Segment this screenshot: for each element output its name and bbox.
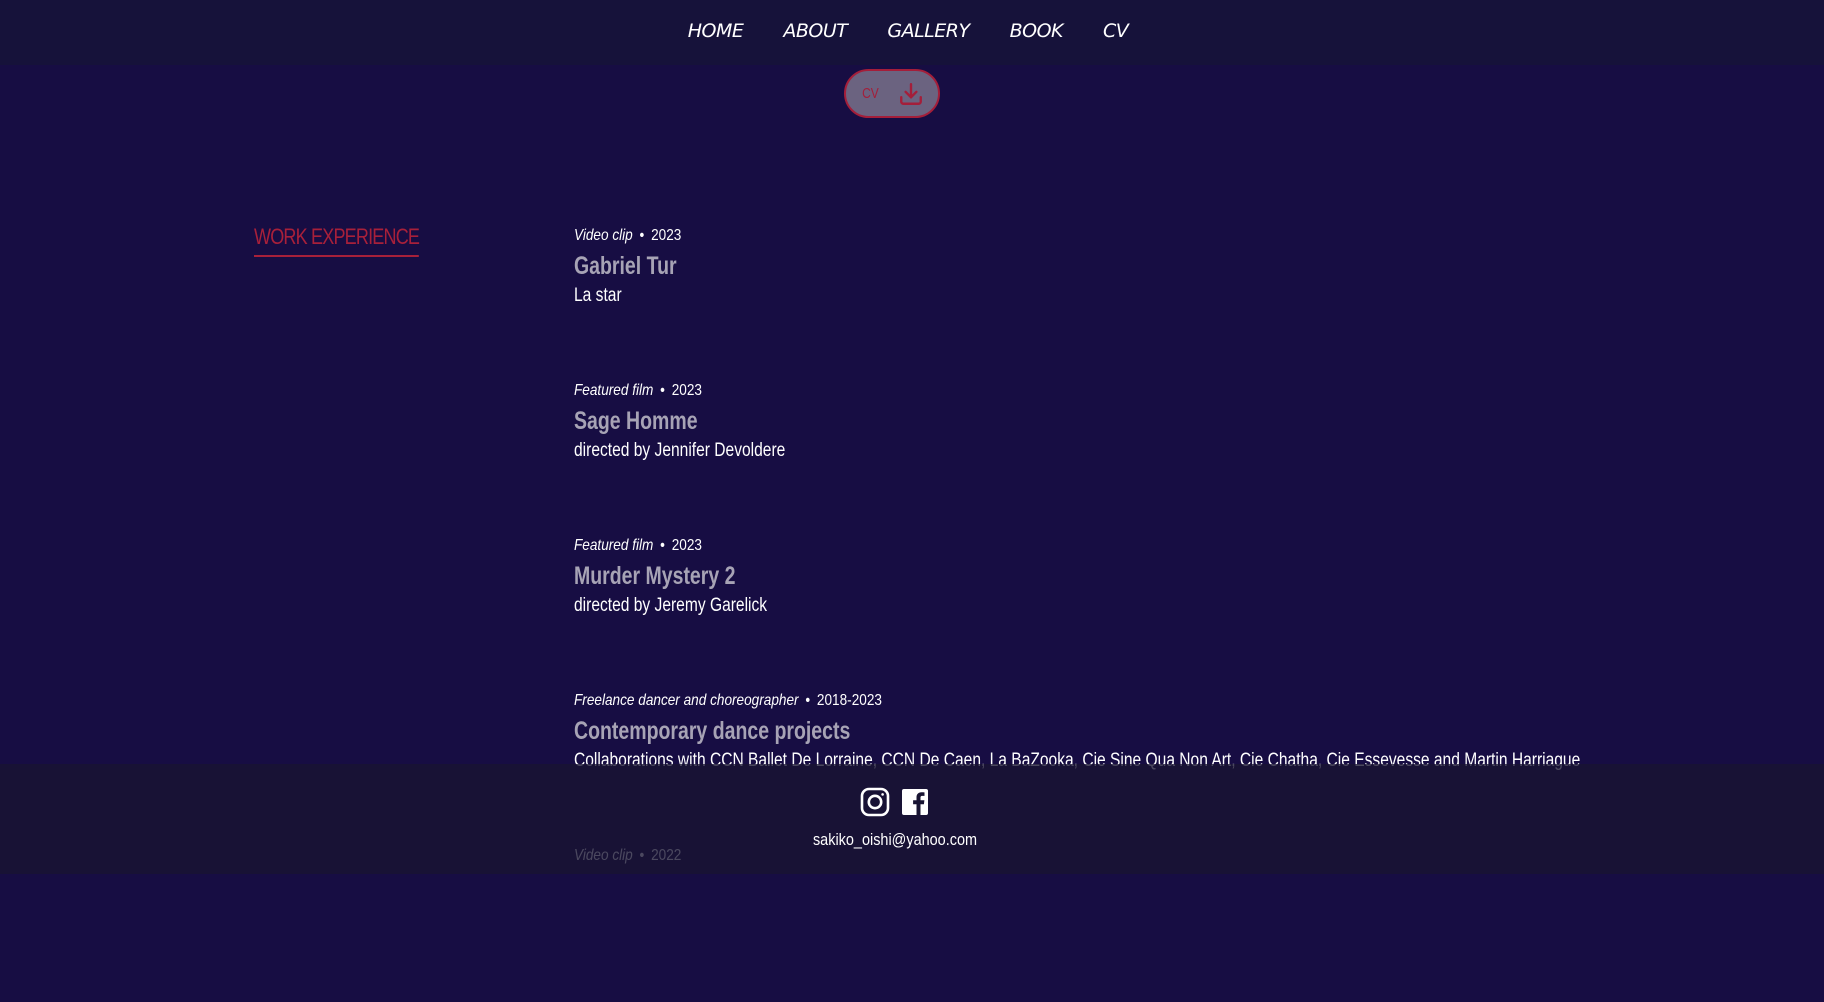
entry-meta: Video clip • 2023 [574, 227, 1594, 245]
social-links [859, 786, 931, 818]
entry-description: directed by Jennifer Devoldere [574, 440, 786, 461]
section-title-work-experience: WORK EXPERIENCE [254, 224, 420, 257]
entry-year: 2018-2023 [816, 692, 882, 709]
contact-email[interactable]: sakiko_oishi@yahoo.com [134, 830, 1656, 850]
nav-about[interactable]: ABOUT [783, 20, 848, 42]
nav-home[interactable]: HOME [688, 20, 744, 42]
work-entry: Video clip • 2023 Gabriel Tur La star [574, 227, 1774, 382]
entry-year: 2023 [651, 227, 682, 244]
top-nav-bar: HOME ABOUT GALLERY BOOK CV [0, 0, 1824, 65]
entry-description: directed by Jeremy Garelick [574, 595, 768, 616]
work-entry: Featured film • 2023 Sage Homme directed b… [574, 382, 1774, 537]
work-experience-list: Video clip • 2023 Gabriel Tur La star Feat… [574, 227, 1774, 1002]
entry-meta: Freelance dancer and choreographer • 2018-… [574, 692, 1594, 710]
cv-download-button[interactable]: CV [844, 69, 940, 118]
cv-download-label: CV [861, 85, 879, 102]
entry-kind: Featured film [574, 382, 654, 399]
meta-separator: • [639, 227, 645, 244]
entry-year: 2023 [671, 537, 702, 554]
instagram-icon[interactable] [859, 786, 891, 818]
work-entry: Featured film • 2023 Murder Mystery 2 dire… [574, 537, 1774, 692]
entry-kind: Featured film [574, 537, 654, 554]
footer: sakiko_oishi@yahoo.com [0, 764, 1824, 874]
meta-separator: • [660, 382, 665, 399]
entry-meta: Featured film • 2023 [574, 537, 1594, 555]
nav-gallery[interactable]: GALLERY [887, 20, 970, 42]
nav-cv[interactable]: CV [1103, 20, 1129, 42]
meta-separator: • [805, 692, 811, 709]
download-icon [900, 82, 923, 105]
entry-kind: Video clip [574, 227, 633, 244]
entry-title: Gabriel Tur [574, 252, 677, 280]
nav-book[interactable]: BOOK [1010, 20, 1064, 42]
entry-title: Murder Mystery 2 [574, 562, 736, 590]
facebook-icon[interactable] [899, 786, 931, 818]
entry-kind: Freelance dancer and choreographer [574, 692, 799, 709]
entry-meta: Featured film • 2023 [574, 382, 1594, 400]
entry-description: La star [574, 285, 622, 306]
entry-title: Contemporary dance projects [574, 717, 851, 745]
entry-title: Sage Homme [574, 407, 698, 435]
entry-year: 2023 [671, 382, 702, 399]
meta-separator: • [660, 537, 665, 554]
main-nav: HOME ABOUT GALLERY BOOK CV [688, 20, 1129, 42]
